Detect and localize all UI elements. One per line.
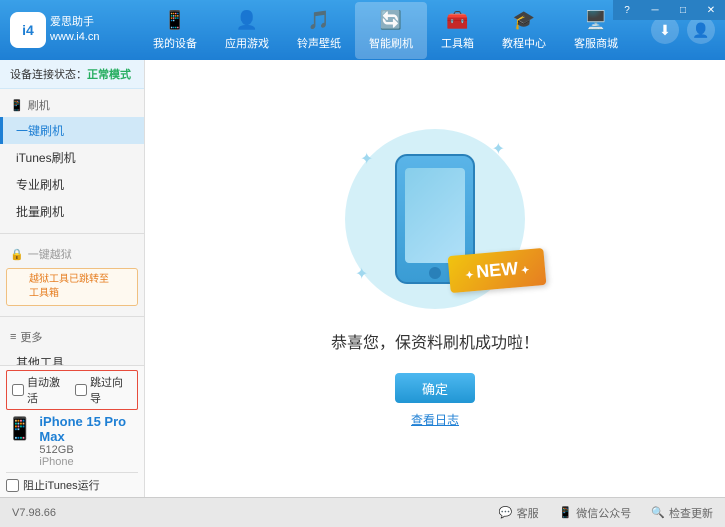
itunes-block-option[interactable]: 阻止iTunes运行 (6, 477, 138, 493)
nav-apps-games[interactable]: 👤 应用游戏 (211, 2, 283, 59)
ringtones-icon: 🎵 (308, 10, 330, 31)
download-btn[interactable]: ⬇ (651, 16, 679, 44)
new-badge: NEW (447, 248, 546, 293)
device-name: iPhone 15 Pro Max (39, 414, 138, 444)
skip-guide-checkbox[interactable] (75, 384, 87, 396)
jailbreak-section: 🔒 一键越狱 越狱工具已跳转至工具箱 (0, 238, 144, 312)
my-device-icon: 📱 (164, 10, 186, 31)
window-maximize-btn[interactable]: □ (669, 0, 697, 20)
nav-toolbox-label: 工具箱 (441, 35, 474, 51)
nav-toolbox[interactable]: 🧰 工具箱 (427, 2, 488, 59)
phone-bg-circle: ✦ ✦ ✦ NEW (345, 129, 525, 309)
itunes-block-label: 阻止iTunes运行 (23, 477, 100, 493)
phone-screen (405, 168, 465, 263)
sidebar-one-click-flash[interactable]: 一键刷机 (0, 117, 144, 144)
wechat-footer-icon: 📱 (559, 506, 573, 519)
window-help-btn[interactable]: ? (613, 0, 641, 20)
nav-ringtones[interactable]: 🎵 铃声壁纸 (283, 2, 355, 59)
lock-icon: 🔒 (10, 248, 24, 261)
sidebar-batch-flash[interactable]: 批量刷机 (0, 198, 144, 225)
sparkle-1: ✦ (360, 149, 373, 169)
user-btn[interactable]: 👤 (687, 16, 715, 44)
device-storage: 512GB (39, 444, 138, 456)
tutorial-icon: 🎓 (513, 10, 535, 31)
footer-check-update[interactable]: 🔍 检查更新 (651, 505, 713, 521)
sidebar-itunes-flash[interactable]: iTunes刷机 (0, 144, 144, 171)
footer-wechat[interactable]: 📱 微信公众号 (559, 505, 632, 521)
itunes-block-checkbox[interactable] (6, 479, 19, 492)
nav-my-device-label: 我的设备 (153, 35, 197, 51)
status-footer: V7.98.66 💬 客服 📱 微信公众号 🔍 检查更新 (0, 497, 725, 527)
nav-smart-flash[interactable]: 🔄 智能刷机 (355, 2, 427, 59)
auto-activate-option[interactable]: 自动激活 (12, 374, 69, 406)
service-icon: 🖥️ (585, 10, 607, 31)
nav-tutorial[interactable]: 🎓 教程中心 (488, 2, 560, 59)
left-panel: 设备连接状态：正常模式 📱 刷机 一键刷机 iTunes刷机 专业刷机 批量刷机 (0, 60, 145, 497)
device-info: iPhone 15 Pro Max 512GB iPhone (39, 414, 138, 468)
connection-status: 设备连接状态：正常模式 (0, 60, 144, 89)
phone-home-button (429, 267, 441, 279)
more-section: ≡ 更多 其他工具 下载固件 高级功能 (0, 321, 144, 365)
footer-wechat-label: 微信公众号 (576, 505, 631, 521)
header-right: ⬇ 👤 (651, 16, 715, 44)
toolbox-icon: 🧰 (446, 10, 468, 31)
version-label: V7.98.66 (12, 507, 56, 519)
sparkle-2: ✦ (492, 139, 505, 159)
more-section-title: ≡ 更多 (0, 325, 144, 349)
auto-activate-checkbox[interactable] (12, 384, 24, 396)
nav-smart-flash-label: 智能刷机 (369, 35, 413, 51)
flash-icon: 📱 (10, 99, 24, 112)
main-content: ✦ ✦ ✦ NEW 恭喜您，保资料刷机成功啦！ 确定 查看日志 (145, 60, 725, 497)
nav-service-label: 客服商城 (574, 35, 618, 51)
nav-apps-games-label: 应用游戏 (225, 35, 269, 51)
apps-games-icon: 👤 (236, 10, 258, 31)
device-type: iPhone (39, 456, 138, 468)
sidebar-pro-flash[interactable]: 专业刷机 (0, 171, 144, 198)
status-value: 正常模式 (87, 69, 131, 81)
device-panel: 自动激活 跳过向导 📱 iPhone 15 Pro Max 512GB (0, 365, 145, 497)
more-icon: ≡ (10, 331, 16, 343)
nav-ringtones-label: 铃声壁纸 (297, 35, 341, 51)
success-message: 恭喜您，保资料刷机成功啦！ (331, 329, 539, 353)
jailbreak-locked: 🔒 一键越狱 (0, 242, 144, 266)
app-logo: i4 爱思助手 www.i4.cn (10, 12, 120, 48)
window-minimize-btn[interactable]: ─ (641, 0, 669, 20)
skip-guide-label: 跳过向导 (90, 374, 132, 406)
service-footer-icon: 💬 (499, 506, 513, 519)
phone-illustration: ✦ ✦ ✦ NEW (345, 129, 525, 309)
footer-service[interactable]: 💬 客服 (499, 505, 539, 521)
sidebar-other-tools[interactable]: 其他工具 (0, 349, 144, 365)
footer-service-label: 客服 (517, 505, 539, 521)
sparkle-3: ✦ (355, 264, 368, 284)
confirm-button[interactable]: 确定 (395, 373, 475, 403)
sidebar: 设备连接状态：正常模式 📱 刷机 一键刷机 iTunes刷机 专业刷机 批量刷机 (0, 60, 145, 365)
footer-check-update-label: 检查更新 (669, 505, 713, 521)
nav-bar: 📱 我的设备 👤 应用游戏 🎵 铃声壁纸 🔄 智能刷机 🧰 工具箱 🎓 (120, 2, 651, 59)
auto-activate-label: 自动激活 (27, 374, 69, 406)
jailbreak-note: 越狱工具已跳转至工具箱 (6, 268, 138, 306)
flash-section: 📱 刷机 一键刷机 iTunes刷机 专业刷机 批量刷机 (0, 89, 144, 229)
view-log-link[interactable]: 查看日志 (411, 411, 459, 428)
nav-tutorial-label: 教程中心 (502, 35, 546, 51)
smart-flash-icon: 🔄 (380, 10, 402, 31)
skip-guide-option[interactable]: 跳过向导 (75, 374, 132, 406)
nav-my-device[interactable]: 📱 我的设备 (139, 2, 211, 59)
window-close-btn[interactable]: ✕ (697, 0, 725, 20)
update-footer-icon: 🔍 (651, 506, 665, 519)
logo-icon: i4 (10, 12, 46, 48)
logo-text: 爱思助手 www.i4.cn (50, 15, 100, 46)
device-icon: 📱 (6, 416, 33, 442)
flash-section-title: 📱 刷机 (0, 93, 144, 117)
